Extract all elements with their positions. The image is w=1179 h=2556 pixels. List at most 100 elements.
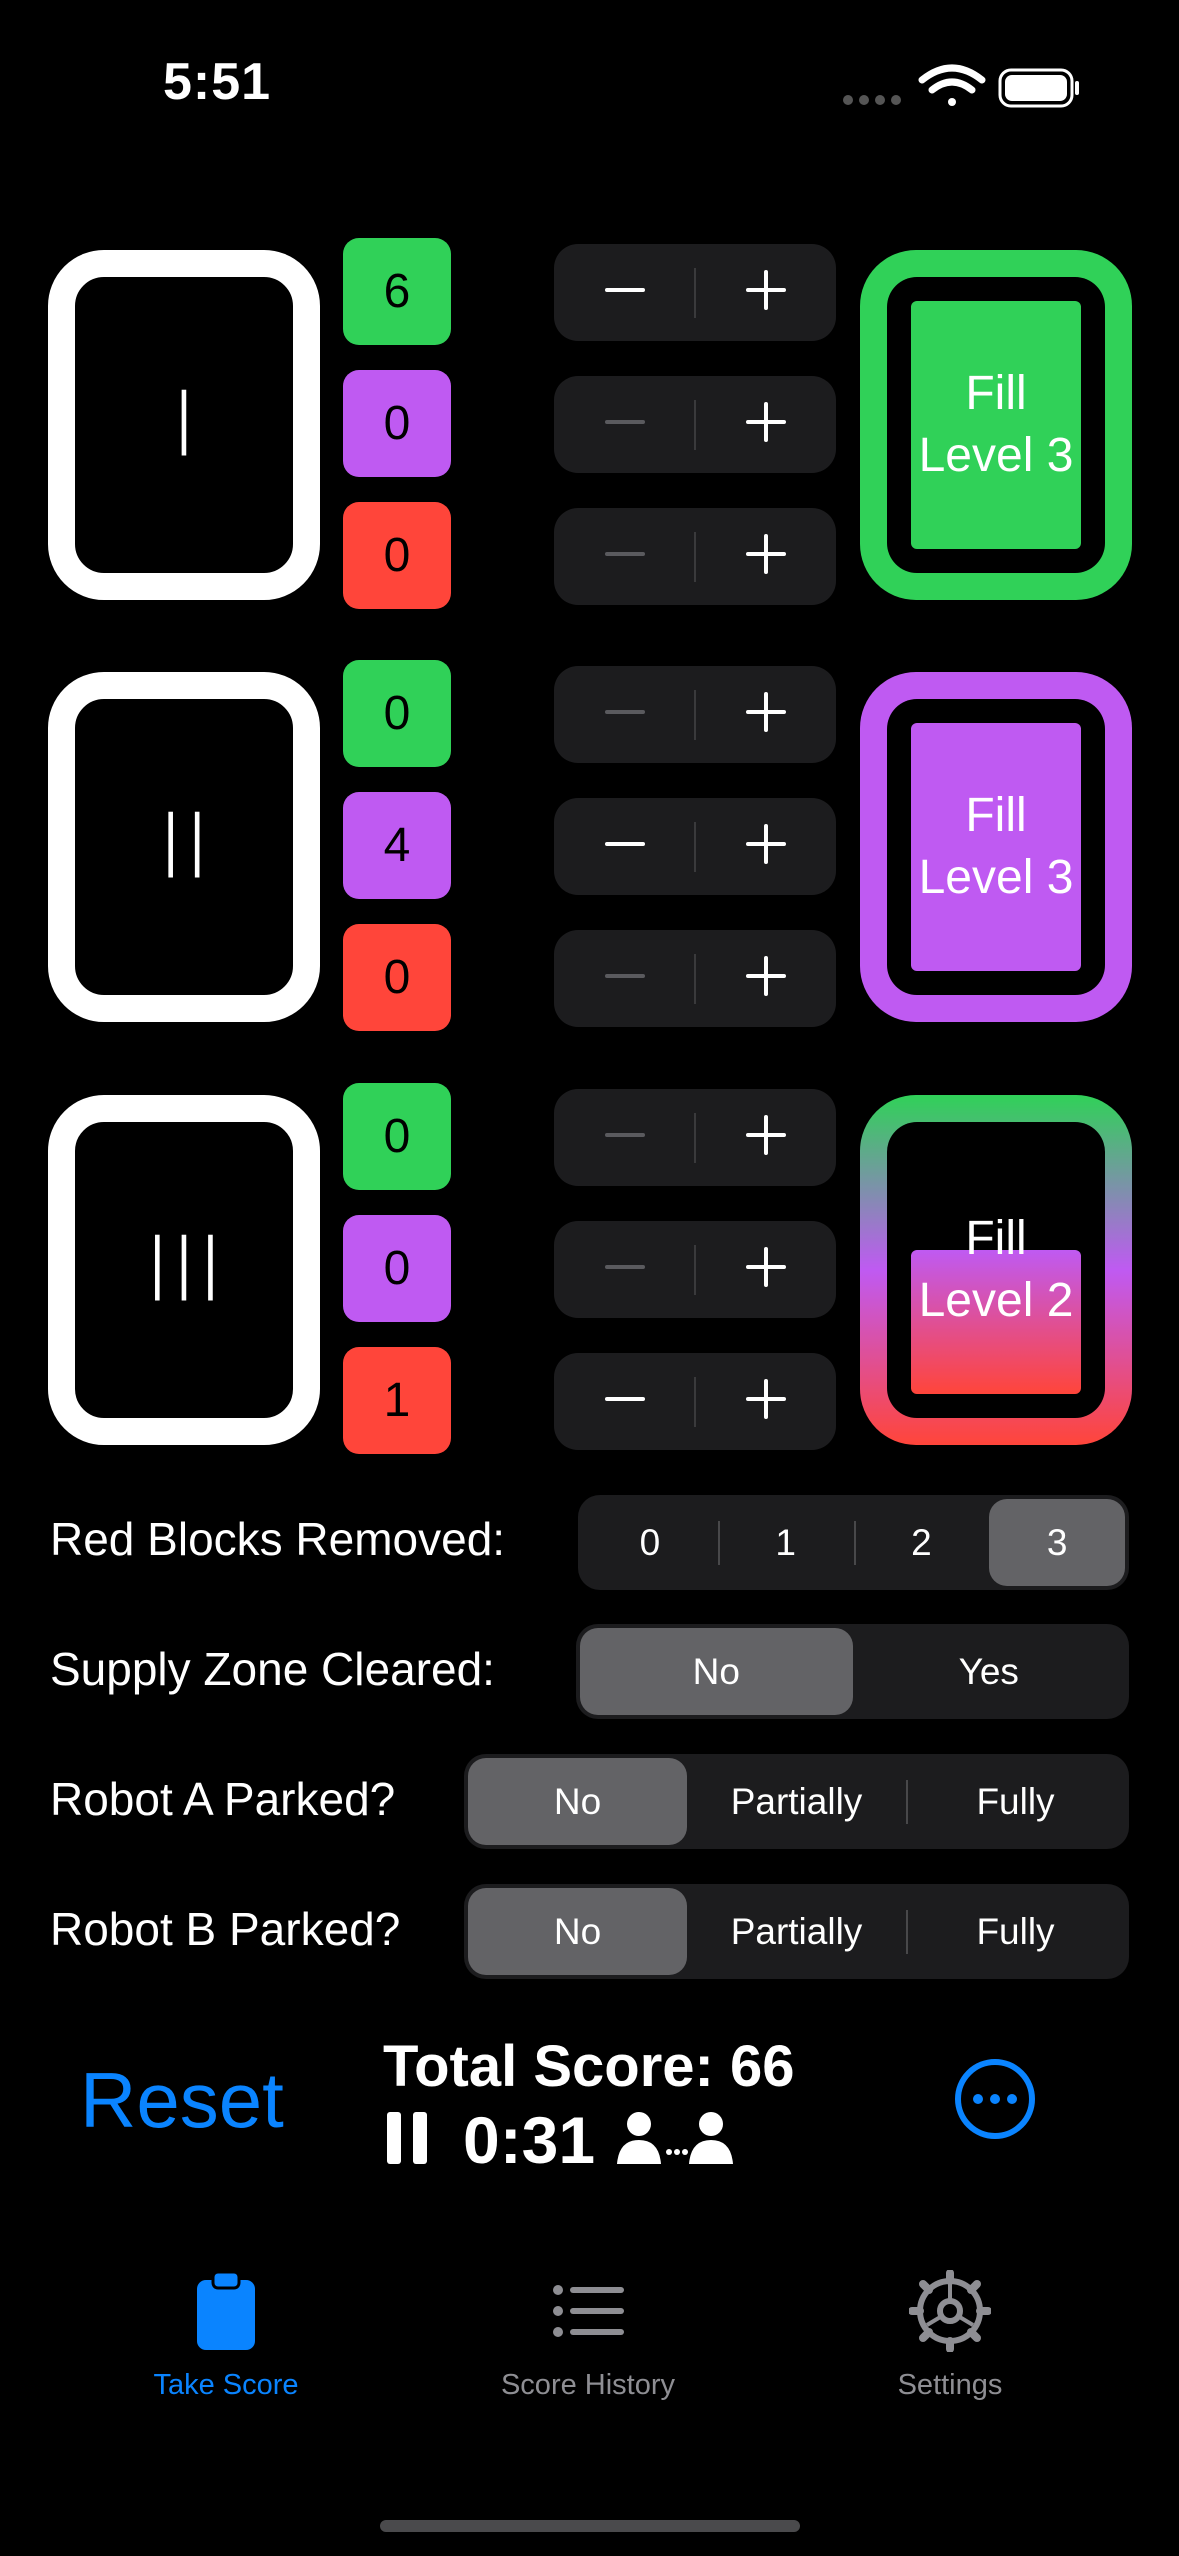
- goal-3[interactable]: III: [48, 1095, 320, 1445]
- fill-container: Fill Level 3: [887, 277, 1105, 573]
- minus-icon: [603, 954, 647, 1003]
- green-count-chip: 0: [343, 660, 451, 767]
- status-time: 5:51: [163, 53, 272, 111]
- fill-line2: Level 3: [918, 429, 1074, 482]
- red-blocks-option-2[interactable]: 2: [853, 1499, 990, 1586]
- red-stepper[interactable]: [554, 508, 836, 605]
- decrement-button[interactable]: [554, 798, 695, 895]
- tab-score-history[interactable]: Score History: [438, 2270, 738, 2402]
- minus-icon: [603, 1113, 647, 1162]
- total-score: Total Score: 66: [383, 2034, 795, 2099]
- increment-button[interactable]: [695, 1353, 836, 1450]
- decrement-button[interactable]: [554, 376, 695, 473]
- green-stepper[interactable]: [554, 244, 836, 341]
- purple-stepper[interactable]: [554, 376, 836, 473]
- purple-count-chip: 4: [343, 792, 451, 899]
- robot-a-option-partially[interactable]: Partially: [687, 1758, 906, 1845]
- goal-2[interactable]: II: [48, 672, 320, 1022]
- match-timer: 0:31: [463, 2103, 596, 2177]
- plus-icon: [744, 268, 788, 317]
- clipboard-icon: [197, 2270, 255, 2350]
- decrement-button[interactable]: [554, 508, 695, 605]
- robot-b-option-no[interactable]: No: [468, 1888, 687, 1975]
- alliance-icon: [615, 2108, 735, 2173]
- increment-button[interactable]: [695, 930, 836, 1027]
- fill-line2: Level 3: [918, 851, 1074, 904]
- green-count-chip: 0: [343, 1083, 451, 1190]
- red-blocks-option-0[interactable]: 0: [582, 1499, 718, 1586]
- robot-a-option-fully[interactable]: Fully: [906, 1758, 1125, 1845]
- ellipsis-circle-icon: [955, 2059, 1035, 2139]
- pause-icon[interactable]: [383, 2110, 431, 2171]
- reset-button[interactable]: Reset: [80, 2055, 284, 2146]
- increment-button[interactable]: [695, 376, 836, 473]
- robot-b-label: Robot B Parked?: [50, 1903, 401, 1955]
- goal-label: I: [170, 372, 198, 478]
- increment-button[interactable]: [695, 1221, 836, 1318]
- red-count-chip: 1: [343, 1347, 451, 1454]
- gear-icon: [908, 2269, 992, 2353]
- purple-stepper[interactable]: [554, 798, 836, 895]
- supply-zone-label: Supply Zone Cleared:: [50, 1643, 495, 1695]
- tab-take-score[interactable]: Take Score: [76, 2270, 376, 2402]
- plus-icon: [744, 690, 788, 739]
- green-stepper[interactable]: [554, 666, 836, 763]
- fill-level-indicator: Fill Level 3: [860, 250, 1132, 600]
- minus-icon: [603, 690, 647, 739]
- goal-label: III: [144, 1217, 224, 1323]
- tab-label: Score History: [500, 2369, 676, 2401]
- fill-container: Fill Level 3: [887, 699, 1105, 995]
- decrement-button[interactable]: [554, 930, 695, 1027]
- purple-stepper[interactable]: [554, 1221, 836, 1318]
- fill-level-indicator: Fill Level 2: [860, 1095, 1132, 1445]
- decrement-button[interactable]: [554, 666, 695, 763]
- supply-zone-option-no[interactable]: No: [580, 1628, 853, 1715]
- increment-button[interactable]: [695, 798, 836, 895]
- increment-button[interactable]: [695, 508, 836, 605]
- purple-count-chip: 0: [343, 370, 451, 477]
- increment-button[interactable]: [695, 666, 836, 763]
- tab-settings[interactable]: Settings: [800, 2269, 1100, 2402]
- red-stepper[interactable]: [554, 930, 836, 1027]
- robot-a-option-no[interactable]: No: [468, 1758, 687, 1845]
- decrement-button[interactable]: [554, 1353, 695, 1450]
- red-count-chip: 0: [343, 502, 451, 609]
- minus-icon: [603, 268, 647, 317]
- minus-icon: [603, 400, 647, 449]
- plus-icon: [744, 400, 788, 449]
- red-blocks-option-3[interactable]: 3: [989, 1499, 1125, 1586]
- robot-b-option-partially[interactable]: Partially: [687, 1888, 906, 1975]
- minus-icon: [603, 532, 647, 581]
- timer-row: 0:31: [383, 2103, 735, 2177]
- fill-level-label: Fill Level 3: [887, 363, 1105, 487]
- robot-a-segmented-control[interactable]: No Partially Fully: [464, 1754, 1129, 1849]
- plus-icon: [744, 822, 788, 871]
- red-blocks-label: Red Blocks Removed:: [50, 1513, 506, 1565]
- cellular-signal-icon: [843, 95, 901, 105]
- decrement-button[interactable]: [554, 1089, 695, 1186]
- increment-button[interactable]: [695, 244, 836, 341]
- green-stepper[interactable]: [554, 1089, 836, 1186]
- red-blocks-segmented-control[interactable]: 0 1 2 3: [578, 1495, 1129, 1590]
- fill-line1: Fill: [965, 1212, 1027, 1265]
- list-icon: [553, 2285, 624, 2337]
- decrement-button[interactable]: [554, 244, 695, 341]
- decrement-button[interactable]: [554, 1221, 695, 1318]
- more-options-button[interactable]: [954, 2058, 1036, 2140]
- red-blocks-option-1[interactable]: 1: [717, 1499, 854, 1586]
- battery-icon: [998, 68, 1079, 108]
- tab-label: Settings: [897, 2369, 1003, 2401]
- fill-line1: Fill: [965, 367, 1027, 420]
- increment-button[interactable]: [695, 1089, 836, 1186]
- robot-b-segmented-control[interactable]: No Partially Fully: [464, 1884, 1129, 1979]
- fill-container: Fill Level 2: [887, 1122, 1105, 1418]
- supply-zone-option-yes[interactable]: Yes: [853, 1628, 1126, 1715]
- fill-line2: Level 2: [918, 1274, 1074, 1327]
- red-stepper[interactable]: [554, 1353, 836, 1450]
- tab-label: Take Score: [153, 2369, 299, 2401]
- goal-1[interactable]: I: [48, 250, 320, 600]
- fill-level-label: Fill Level 2: [887, 1208, 1105, 1332]
- robot-b-option-fully[interactable]: Fully: [906, 1888, 1125, 1975]
- supply-zone-segmented-control[interactable]: No Yes: [576, 1624, 1129, 1719]
- minus-icon: [603, 1377, 647, 1426]
